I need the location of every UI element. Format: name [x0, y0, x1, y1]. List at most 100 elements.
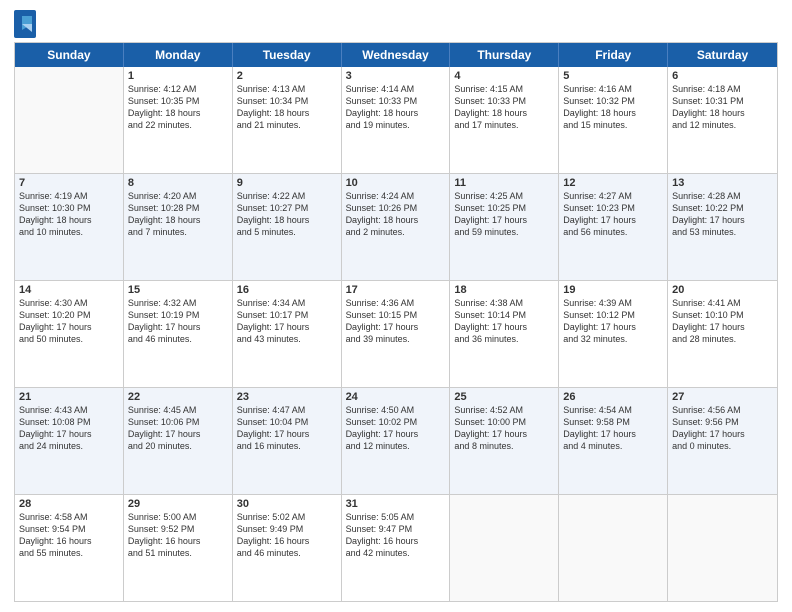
calendar-day-3: 3Sunrise: 4:14 AM Sunset: 10:33 PM Dayli… [342, 67, 451, 173]
calendar-empty-cell [450, 495, 559, 601]
day-content: Sunrise: 4:56 AM Sunset: 9:56 PM Dayligh… [672, 404, 773, 453]
day-content: Sunrise: 4:45 AM Sunset: 10:06 PM Daylig… [128, 404, 228, 453]
calendar-day-11: 11Sunrise: 4:25 AM Sunset: 10:25 PM Dayl… [450, 174, 559, 280]
header-day-thursday: Thursday [450, 43, 559, 67]
day-content: Sunrise: 4:13 AM Sunset: 10:34 PM Daylig… [237, 83, 337, 132]
calendar-day-26: 26Sunrise: 4:54 AM Sunset: 9:58 PM Dayli… [559, 388, 668, 494]
day-number: 20 [672, 284, 773, 296]
day-content: Sunrise: 5:02 AM Sunset: 9:49 PM Dayligh… [237, 511, 337, 560]
calendar-day-17: 17Sunrise: 4:36 AM Sunset: 10:15 PM Dayl… [342, 281, 451, 387]
day-number: 1 [128, 70, 228, 82]
calendar-day-13: 13Sunrise: 4:28 AM Sunset: 10:22 PM Dayl… [668, 174, 777, 280]
calendar-day-19: 19Sunrise: 4:39 AM Sunset: 10:12 PM Dayl… [559, 281, 668, 387]
calendar-empty-cell [559, 495, 668, 601]
day-content: Sunrise: 4:25 AM Sunset: 10:25 PM Daylig… [454, 190, 554, 239]
day-content: Sunrise: 4:19 AM Sunset: 10:30 PM Daylig… [19, 190, 119, 239]
calendar-day-5: 5Sunrise: 4:16 AM Sunset: 10:32 PM Dayli… [559, 67, 668, 173]
calendar-week-5: 28Sunrise: 4:58 AM Sunset: 9:54 PM Dayli… [15, 495, 777, 601]
calendar-day-14: 14Sunrise: 4:30 AM Sunset: 10:20 PM Dayl… [15, 281, 124, 387]
day-content: Sunrise: 4:24 AM Sunset: 10:26 PM Daylig… [346, 190, 446, 239]
day-number: 3 [346, 70, 446, 82]
calendar-week-4: 21Sunrise: 4:43 AM Sunset: 10:08 PM Dayl… [15, 388, 777, 495]
day-number: 2 [237, 70, 337, 82]
calendar-day-24: 24Sunrise: 4:50 AM Sunset: 10:02 PM Dayl… [342, 388, 451, 494]
day-number: 21 [19, 391, 119, 403]
header-day-wednesday: Wednesday [342, 43, 451, 67]
calendar-day-27: 27Sunrise: 4:56 AM Sunset: 9:56 PM Dayli… [668, 388, 777, 494]
day-number: 15 [128, 284, 228, 296]
day-number: 14 [19, 284, 119, 296]
calendar-week-1: 1Sunrise: 4:12 AM Sunset: 10:35 PM Dayli… [15, 67, 777, 174]
calendar-day-15: 15Sunrise: 4:32 AM Sunset: 10:19 PM Dayl… [124, 281, 233, 387]
calendar-day-12: 12Sunrise: 4:27 AM Sunset: 10:23 PM Dayl… [559, 174, 668, 280]
day-content: Sunrise: 4:47 AM Sunset: 10:04 PM Daylig… [237, 404, 337, 453]
day-number: 8 [128, 177, 228, 189]
day-content: Sunrise: 4:43 AM Sunset: 10:08 PM Daylig… [19, 404, 119, 453]
day-number: 16 [237, 284, 337, 296]
day-number: 5 [563, 70, 663, 82]
day-number: 27 [672, 391, 773, 403]
calendar-day-2: 2Sunrise: 4:13 AM Sunset: 10:34 PM Dayli… [233, 67, 342, 173]
header-day-tuesday: Tuesday [233, 43, 342, 67]
day-content: Sunrise: 4:14 AM Sunset: 10:33 PM Daylig… [346, 83, 446, 132]
calendar-body: 1Sunrise: 4:12 AM Sunset: 10:35 PM Dayli… [15, 67, 777, 601]
day-number: 28 [19, 498, 119, 510]
calendar-day-18: 18Sunrise: 4:38 AM Sunset: 10:14 PM Dayl… [450, 281, 559, 387]
day-number: 7 [19, 177, 119, 189]
calendar-day-21: 21Sunrise: 4:43 AM Sunset: 10:08 PM Dayl… [15, 388, 124, 494]
day-content: Sunrise: 4:39 AM Sunset: 10:12 PM Daylig… [563, 297, 663, 346]
day-content: Sunrise: 4:15 AM Sunset: 10:33 PM Daylig… [454, 83, 554, 132]
logo [14, 10, 38, 38]
calendar-day-20: 20Sunrise: 4:41 AM Sunset: 10:10 PM Dayl… [668, 281, 777, 387]
day-number: 11 [454, 177, 554, 189]
calendar-empty-cell [668, 495, 777, 601]
day-number: 6 [672, 70, 773, 82]
day-number: 12 [563, 177, 663, 189]
day-number: 17 [346, 284, 446, 296]
calendar-week-3: 14Sunrise: 4:30 AM Sunset: 10:20 PM Dayl… [15, 281, 777, 388]
calendar-day-31: 31Sunrise: 5:05 AM Sunset: 9:47 PM Dayli… [342, 495, 451, 601]
calendar-day-7: 7Sunrise: 4:19 AM Sunset: 10:30 PM Dayli… [15, 174, 124, 280]
day-number: 24 [346, 391, 446, 403]
day-number: 13 [672, 177, 773, 189]
header-day-friday: Friday [559, 43, 668, 67]
day-content: Sunrise: 4:28 AM Sunset: 10:22 PM Daylig… [672, 190, 773, 239]
day-content: Sunrise: 4:32 AM Sunset: 10:19 PM Daylig… [128, 297, 228, 346]
day-content: Sunrise: 4:30 AM Sunset: 10:20 PM Daylig… [19, 297, 119, 346]
calendar-day-4: 4Sunrise: 4:15 AM Sunset: 10:33 PM Dayli… [450, 67, 559, 173]
calendar-week-2: 7Sunrise: 4:19 AM Sunset: 10:30 PM Dayli… [15, 174, 777, 281]
day-content: Sunrise: 4:50 AM Sunset: 10:02 PM Daylig… [346, 404, 446, 453]
day-content: Sunrise: 4:38 AM Sunset: 10:14 PM Daylig… [454, 297, 554, 346]
day-content: Sunrise: 5:00 AM Sunset: 9:52 PM Dayligh… [128, 511, 228, 560]
day-content: Sunrise: 4:54 AM Sunset: 9:58 PM Dayligh… [563, 404, 663, 453]
day-content: Sunrise: 4:22 AM Sunset: 10:27 PM Daylig… [237, 190, 337, 239]
day-content: Sunrise: 4:16 AM Sunset: 10:32 PM Daylig… [563, 83, 663, 132]
day-number: 25 [454, 391, 554, 403]
day-content: Sunrise: 4:58 AM Sunset: 9:54 PM Dayligh… [19, 511, 119, 560]
header-day-saturday: Saturday [668, 43, 777, 67]
day-number: 30 [237, 498, 337, 510]
calendar: SundayMondayTuesdayWednesdayThursdayFrid… [14, 42, 778, 602]
day-number: 22 [128, 391, 228, 403]
day-number: 9 [237, 177, 337, 189]
day-number: 18 [454, 284, 554, 296]
calendar-day-23: 23Sunrise: 4:47 AM Sunset: 10:04 PM Dayl… [233, 388, 342, 494]
calendar-day-30: 30Sunrise: 5:02 AM Sunset: 9:49 PM Dayli… [233, 495, 342, 601]
day-content: Sunrise: 5:05 AM Sunset: 9:47 PM Dayligh… [346, 511, 446, 560]
calendar-day-1: 1Sunrise: 4:12 AM Sunset: 10:35 PM Dayli… [124, 67, 233, 173]
day-number: 31 [346, 498, 446, 510]
calendar-day-16: 16Sunrise: 4:34 AM Sunset: 10:17 PM Dayl… [233, 281, 342, 387]
calendar-header: SundayMondayTuesdayWednesdayThursdayFrid… [15, 43, 777, 67]
header-day-sunday: Sunday [15, 43, 124, 67]
day-content: Sunrise: 4:27 AM Sunset: 10:23 PM Daylig… [563, 190, 663, 239]
calendar-day-6: 6Sunrise: 4:18 AM Sunset: 10:31 PM Dayli… [668, 67, 777, 173]
calendar-day-25: 25Sunrise: 4:52 AM Sunset: 10:00 PM Dayl… [450, 388, 559, 494]
day-content: Sunrise: 4:34 AM Sunset: 10:17 PM Daylig… [237, 297, 337, 346]
day-number: 23 [237, 391, 337, 403]
logo-icon [14, 10, 36, 38]
day-content: Sunrise: 4:20 AM Sunset: 10:28 PM Daylig… [128, 190, 228, 239]
day-number: 26 [563, 391, 663, 403]
day-content: Sunrise: 4:52 AM Sunset: 10:00 PM Daylig… [454, 404, 554, 453]
calendar-empty-cell [15, 67, 124, 173]
day-number: 10 [346, 177, 446, 189]
